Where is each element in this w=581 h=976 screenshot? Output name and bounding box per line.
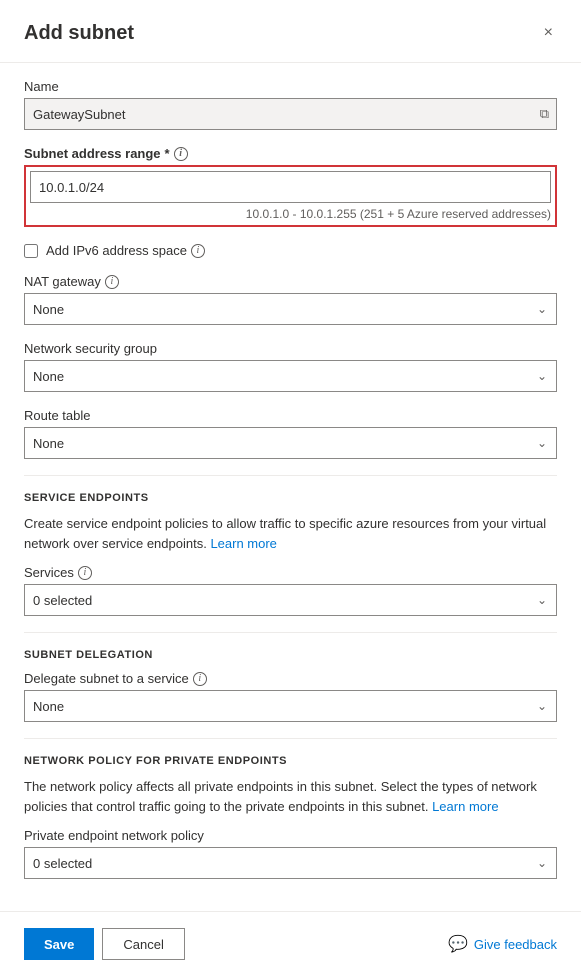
route-table-field-group: Route table None ⌄ — [24, 408, 557, 459]
name-input[interactable] — [24, 98, 557, 130]
close-button[interactable]: × — [540, 20, 557, 46]
service-endpoints-section-header: SERVICE ENDPOINTS — [24, 492, 557, 504]
add-subnet-panel: Add subnet × Name ⧉ Subnet address range… — [0, 0, 581, 976]
nsg-label: Network security group — [24, 341, 557, 356]
subnet-address-info-icon[interactable]: i — [174, 147, 188, 161]
service-endpoints-learn-more[interactable]: Learn more — [210, 536, 276, 551]
delegate-field-group: Delegate subnet to a service i None ⌄ — [24, 671, 557, 722]
feedback-icon: 💬 — [448, 934, 468, 954]
services-info-icon[interactable]: i — [78, 566, 92, 580]
name-input-wrapper: ⧉ — [24, 98, 557, 130]
name-field-group: Name ⧉ — [24, 79, 557, 130]
nat-gateway-select[interactable]: None — [24, 293, 557, 325]
delegate-select-wrapper: None ⌄ — [24, 690, 557, 722]
route-table-select-wrapper: None ⌄ — [24, 427, 557, 459]
delegate-info-icon[interactable]: i — [193, 672, 207, 686]
divider-3 — [24, 738, 557, 739]
name-label: Name — [24, 79, 557, 94]
subnet-address-input[interactable] — [30, 171, 551, 203]
private-endpoint-policy-field-group: Private endpoint network policy 0 select… — [24, 828, 557, 879]
subnet-address-field-group: Subnet address range * i 10.0.1.0 - 10.0… — [24, 146, 557, 227]
delegate-select[interactable]: None — [24, 690, 557, 722]
private-endpoint-policy-select[interactable]: 0 selected — [24, 847, 557, 879]
nsg-select[interactable]: None — [24, 360, 557, 392]
network-policy-learn-more[interactable]: Learn more — [432, 799, 498, 814]
nat-gateway-label: NAT gateway i — [24, 274, 557, 289]
service-endpoints-desc: Create service endpoint policies to allo… — [24, 514, 557, 553]
panel-body: Name ⧉ Subnet address range * i 10.0.1.0… — [0, 63, 581, 911]
nsg-select-wrapper: None ⌄ — [24, 360, 557, 392]
address-hint: 10.0.1.0 - 10.0.1.255 (251 + 5 Azure res… — [30, 207, 551, 221]
footer-actions: Save Cancel — [24, 928, 185, 960]
services-select-wrapper: 0 selected ⌄ — [24, 584, 557, 616]
nat-gateway-select-wrapper: None ⌄ — [24, 293, 557, 325]
services-label: Services i — [24, 565, 557, 580]
subnet-delegation-section-header: SUBNET DELEGATION — [24, 649, 557, 661]
private-endpoint-policy-select-wrapper: 0 selected ⌄ — [24, 847, 557, 879]
ipv6-info-icon[interactable]: i — [191, 244, 205, 258]
subnet-address-field-wrapper: 10.0.1.0 - 10.0.1.255 (251 + 5 Azure res… — [24, 165, 557, 227]
services-field-group: Services i 0 selected ⌄ — [24, 565, 557, 616]
nat-gateway-info-icon[interactable]: i — [105, 275, 119, 289]
copy-icon[interactable]: ⧉ — [540, 106, 549, 122]
cancel-button[interactable]: Cancel — [102, 928, 184, 960]
route-table-label: Route table — [24, 408, 557, 423]
services-select[interactable]: 0 selected — [24, 584, 557, 616]
nat-gateway-field-group: NAT gateway i None ⌄ — [24, 274, 557, 325]
private-endpoint-policy-label: Private endpoint network policy — [24, 828, 557, 843]
ipv6-checkbox-row: Add IPv6 address space i — [24, 243, 557, 258]
divider-1 — [24, 475, 557, 476]
save-button[interactable]: Save — [24, 928, 94, 960]
nsg-field-group: Network security group None ⌄ — [24, 341, 557, 392]
network-policy-desc: The network policy affects all private e… — [24, 777, 557, 816]
delegate-label: Delegate subnet to a service i — [24, 671, 557, 686]
route-table-select[interactable]: None — [24, 427, 557, 459]
divider-2 — [24, 632, 557, 633]
panel-header: Add subnet × — [0, 0, 581, 63]
ipv6-checkbox[interactable] — [24, 244, 38, 258]
ipv6-label: Add IPv6 address space i — [46, 243, 205, 258]
panel-title: Add subnet — [24, 22, 134, 45]
feedback-button[interactable]: 💬 Give feedback — [448, 934, 557, 954]
panel-footer: Save Cancel 💬 Give feedback — [0, 911, 581, 976]
network-policy-section-header: NETWORK POLICY FOR PRIVATE ENDPOINTS — [24, 755, 557, 767]
subnet-address-label: Subnet address range * i — [24, 146, 557, 161]
